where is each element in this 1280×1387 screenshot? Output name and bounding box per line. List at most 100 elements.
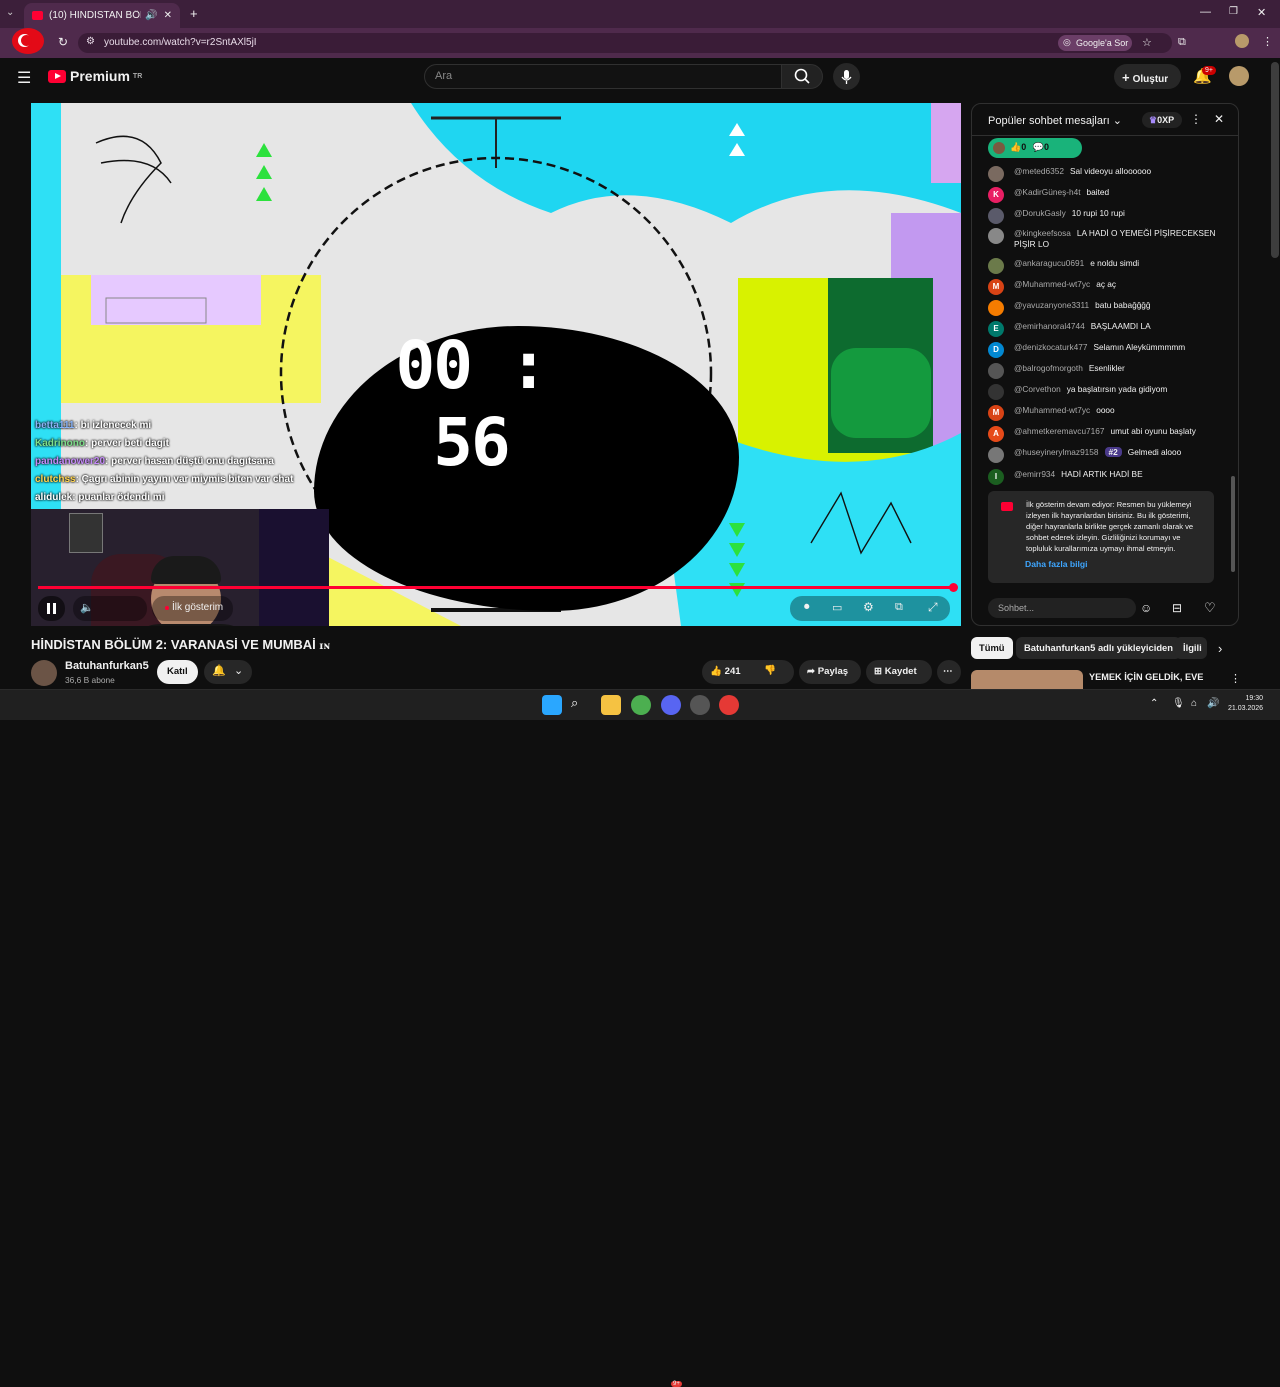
subscription-bell-button[interactable]: 🔔 ⌄: [204, 660, 252, 684]
hamburger-menu-icon[interactable]: ☰: [17, 68, 31, 88]
heart-icon[interactable]: ♡: [1204, 600, 1216, 616]
google-ask-button[interactable]: ◎ Google'a Sor: [1058, 35, 1132, 51]
chat-avatar[interactable]: [988, 166, 1004, 182]
chat-scrollbar[interactable]: [1231, 476, 1235, 572]
progress-bar[interactable]: [38, 586, 954, 589]
chat-username[interactable]: @ankaragucu0691: [1014, 258, 1084, 268]
chat-message[interactable]: E @emirhanoral4744 BAŞLAAMDI LA: [988, 321, 1220, 337]
extensions-icon[interactable]: ⧉: [1178, 36, 1186, 49]
chat-mode-dropdown[interactable]: Popüler sohbet mesajları: [988, 115, 1110, 127]
maximize-icon[interactable]: ❐: [1229, 6, 1238, 17]
dislike-icon[interactable]: 👎: [764, 665, 776, 676]
chat-username[interactable]: @KadirGüneş-h4t: [1014, 187, 1081, 197]
network-icon[interactable]: ⌂: [1191, 698, 1197, 709]
page-scrollbar[interactable]: [1271, 62, 1279, 258]
chat-avatar[interactable]: [988, 384, 1004, 400]
chat-message[interactable]: K @KadirGüneş-h4t baited: [988, 187, 1220, 203]
chat-message[interactable]: M @Muhammed-wt7yc aç aç: [988, 279, 1220, 295]
reaction-bar[interactable]: 👍0 💬0: [988, 138, 1082, 158]
chat-avatar[interactable]: [988, 228, 1004, 244]
chat-avatar[interactable]: M: [988, 279, 1004, 295]
chat-avatar[interactable]: E: [988, 321, 1004, 337]
chat-username[interactable]: @balrogofmorgoth: [1014, 363, 1083, 373]
chat-menu-icon[interactable]: ⋮: [1190, 112, 1202, 126]
chat-message[interactable]: M @Muhammed-wt7yc oooo: [988, 405, 1220, 421]
chat-input[interactable]: Sohbet...: [988, 598, 1136, 618]
search-input[interactable]: Ara: [424, 64, 782, 89]
obs-icon[interactable]: [690, 695, 710, 715]
chat-message[interactable]: A @ahmetkeremavcu7167 umut abi oyunu başla…: [988, 426, 1220, 442]
profile-avatar[interactable]: [1235, 34, 1249, 48]
chat-username[interactable]: @Muhammed-wt7yc: [1014, 279, 1090, 289]
chat-avatar[interactable]: M: [988, 405, 1004, 421]
file-explorer-icon[interactable]: [601, 695, 621, 715]
reload-icon[interactable]: ↻: [58, 35, 68, 49]
chat-avatar[interactable]: [988, 447, 1004, 463]
emoji-icon[interactable]: ☺: [1140, 601, 1152, 615]
chat-avatar[interactable]: [988, 258, 1004, 274]
chevron-down-icon[interactable]: ⌄: [1113, 115, 1122, 127]
site-info-icon[interactable]: ⚙: [86, 36, 95, 47]
related-thumbnail[interactable]: [971, 670, 1083, 690]
chat-message[interactable]: @meted6352 Sal videoyu alloooooo: [988, 166, 1220, 182]
share-button[interactable]: ➦ Paylaş: [799, 660, 861, 684]
window-close-icon[interactable]: ✕: [1257, 6, 1266, 19]
bookmark-star-icon[interactable]: ☆: [1142, 36, 1152, 49]
xp-badge[interactable]: ♛0XP: [1142, 112, 1182, 128]
chat-avatar[interactable]: [988, 300, 1004, 316]
channel-avatar[interactable]: [31, 660, 57, 686]
chat-username[interactable]: @yavuzanyone3311: [1014, 300, 1089, 310]
chat-message[interactable]: @balrogofmorgoth Esenlikler: [988, 363, 1220, 379]
chat-avatar[interactable]: [988, 363, 1004, 379]
url-field[interactable]: ⚙ youtube.com/watch?v=r2SntAXl5jI: [78, 33, 1172, 53]
tab-audio-icon[interactable]: 🔊: [145, 10, 157, 21]
chrome-active-icon[interactable]: [719, 695, 739, 715]
video-player[interactable]: 00 : 56 betta111: bi izlenecek mi Kadrino…: [31, 103, 961, 626]
tray-chevron-icon[interactable]: ⌃: [1150, 698, 1158, 709]
tab-search-icon[interactable]: ⌄: [6, 7, 14, 18]
chat-username[interactable]: @denizkocaturk477: [1014, 342, 1087, 352]
fullscreen-icon[interactable]: ⤢: [928, 600, 938, 615]
chip-related[interactable]: İlgili: [1175, 637, 1207, 659]
minimize-icon[interactable]: —: [1200, 6, 1211, 18]
chip-all[interactable]: Tümü: [971, 637, 1013, 659]
create-button[interactable]: + Oluştur: [1114, 64, 1181, 89]
chat-avatar[interactable]: K: [988, 187, 1004, 203]
chat-message[interactable]: @ankaragucu0691 e noldu simdi: [988, 258, 1220, 274]
join-button[interactable]: Katıl: [157, 660, 198, 684]
more-actions-icon[interactable]: ⋯: [937, 660, 961, 684]
chat-username[interactable]: @emirr934: [1014, 469, 1055, 479]
channel-name[interactable]: Batuhanfurkan5: [65, 660, 149, 672]
related-title[interactable]: YEMEK İÇİN GELDİK, EVE: [1089, 672, 1203, 682]
chat-username[interactable]: @Corvethon: [1014, 384, 1061, 394]
autoplay-toggle-icon[interactable]: ⏺: [804, 601, 810, 614]
search-button[interactable]: [781, 64, 823, 89]
chat-message[interactable]: D @denizkocaturk477 Selamın Aleykümmmmm: [988, 342, 1220, 358]
search-taskbar-icon[interactable]: ⌕: [571, 695, 591, 715]
tray-mic-icon[interactable]: 🎙: [1172, 698, 1185, 709]
chat-username[interactable]: @ahmetkeremavcu7167: [1014, 426, 1105, 436]
chat-message[interactable]: @huseyinerylmaz9158 #2 Gelmedi alooo: [988, 447, 1220, 463]
like-icon[interactable]: 👍: [710, 666, 722, 677]
chip-uploader[interactable]: Batuhanfurkan5 adlı yükleyiciden: [1016, 637, 1182, 659]
chat-username[interactable]: @emirhanoral4744: [1014, 321, 1085, 331]
settings-gear-icon[interactable]: ⚙: [863, 600, 874, 614]
chat-message[interactable]: @yavuzanyone3311 batu babağğğğ: [988, 300, 1220, 316]
chat-username[interactable]: @huseyinerylmaz9158: [1014, 447, 1099, 457]
learn-more-link[interactable]: Daha fazla bilgi: [1025, 559, 1088, 569]
chrome-icon[interactable]: [631, 695, 651, 715]
pause-button[interactable]: [38, 596, 65, 621]
chat-message[interactable]: @Corvethon ya başlatırsın yada gidiyom: [988, 384, 1220, 400]
start-icon[interactable]: [542, 695, 562, 715]
premiere-chip[interactable]: İlk gösterim: [152, 596, 233, 621]
chat-username[interactable]: @kingkeefsosa: [1014, 228, 1071, 238]
chat-username[interactable]: @meted6352: [1014, 166, 1064, 176]
chat-username[interactable]: @DorukGasly: [1014, 208, 1066, 218]
chat-message[interactable]: @DorukGasly 10 rupi 10 rupi: [988, 208, 1220, 224]
miniplayer-icon[interactable]: ⧉: [895, 601, 903, 614]
progress-scrubber[interactable]: [949, 583, 958, 592]
system-clock[interactable]: 19:30 21.03.2026: [1228, 694, 1263, 714]
subtitles-icon[interactable]: ▭: [832, 601, 842, 614]
browser-tab[interactable]: (10) HİNDİSTAN BÖLÜM 2: 🔊 ✕: [24, 3, 180, 28]
chips-next-icon[interactable]: ›: [1218, 641, 1222, 656]
